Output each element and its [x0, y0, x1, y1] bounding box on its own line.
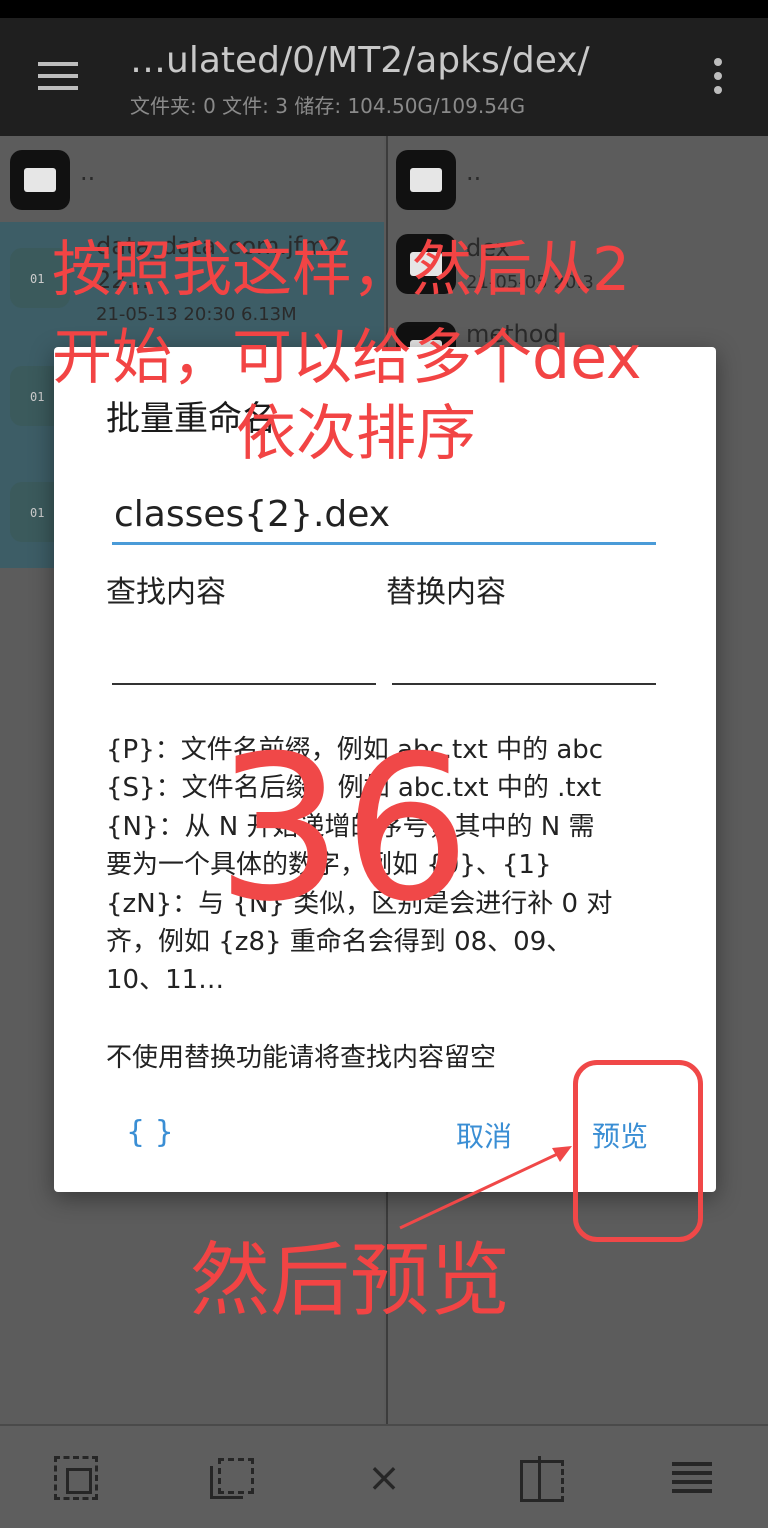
list-item-label: ..: [80, 158, 96, 186]
find-label: 查找内容: [106, 575, 226, 610]
file-meta: 21-05-13 20:30 6.13M: [96, 304, 297, 325]
find-input[interactable]: [112, 631, 376, 685]
rename-pattern-input[interactable]: [112, 487, 656, 545]
list-select-icon[interactable]: [670, 1456, 714, 1500]
help-note: 不使用替换功能请将查找内容留空: [106, 1043, 497, 1073]
app-toolbar: …ulated/0/MT2/apks/dex/ 文件夹: 0 文件: 3 储存:…: [0, 18, 768, 136]
annotation-number: 36: [216, 713, 471, 946]
annotation-highlight-box: [573, 1060, 703, 1242]
annotation-text: 按照我这样，然后从2: [52, 235, 631, 305]
close-icon[interactable]: ×: [362, 1456, 406, 1500]
annotation-text: 依次排序: [236, 399, 476, 469]
insert-braces-button[interactable]: { }: [126, 1115, 174, 1150]
annotation-text: 然后预览: [190, 1234, 510, 1327]
help-line: 10、11…: [106, 965, 225, 996]
select-all-icon[interactable]: [54, 1456, 98, 1500]
bottom-action-bar: ×: [0, 1424, 768, 1528]
current-path: …ulated/0/MT2/apks/dex/: [130, 40, 590, 81]
folder-icon: [396, 150, 456, 210]
list-item-label: ..: [466, 158, 482, 186]
replace-label: 替换内容: [386, 575, 506, 610]
cancel-button[interactable]: 取消: [456, 1115, 512, 1155]
folder-icon: [10, 150, 70, 210]
menu-icon[interactable]: [38, 62, 82, 94]
status-bar: [0, 0, 768, 18]
compare-icon[interactable]: [518, 1456, 564, 1502]
select-partial-icon[interactable]: [206, 1456, 254, 1500]
annotation-text: 开始，可以给多个dex: [52, 323, 642, 393]
replace-input[interactable]: [392, 631, 656, 685]
storage-stats: 文件夹: 0 文件: 3 储存: 104.50G/109.54G: [130, 94, 526, 118]
more-options-icon[interactable]: [708, 58, 728, 98]
